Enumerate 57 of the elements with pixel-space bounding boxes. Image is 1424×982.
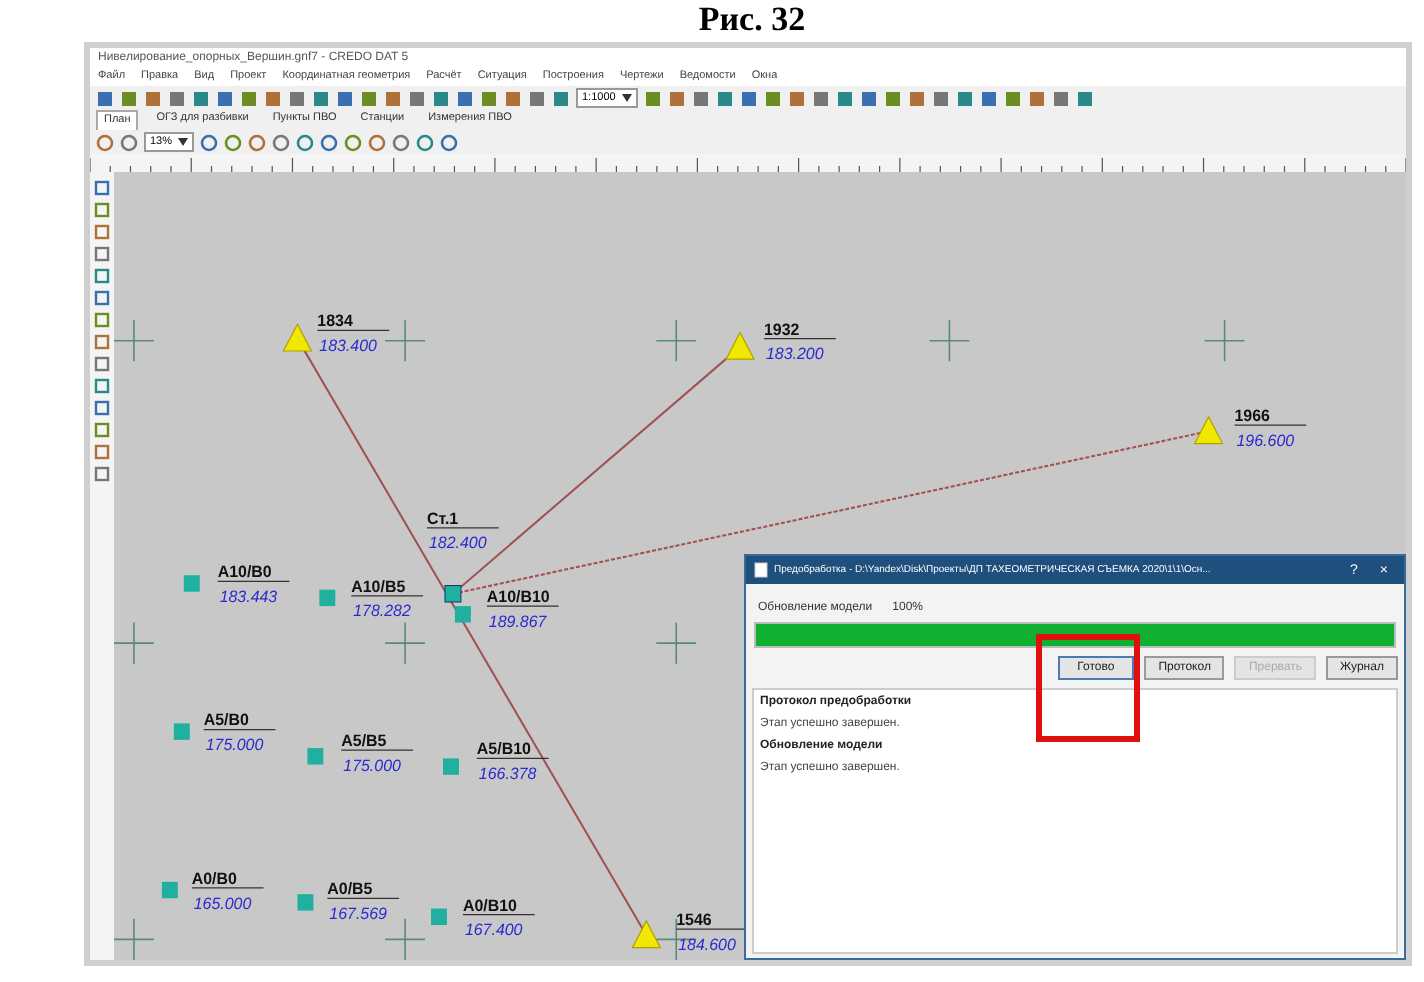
elevation-label: 167.400 xyxy=(464,921,523,940)
elevation-label: 183.200 xyxy=(766,345,824,364)
point-name: А0/В0 xyxy=(191,869,237,888)
triangle-marker[interactable] xyxy=(725,331,756,360)
point-name: 1966 xyxy=(1234,406,1270,425)
triangle-marker[interactable] xyxy=(282,322,313,352)
elevation-label: 196.600 xyxy=(1236,431,1295,450)
document-icon xyxy=(754,562,768,578)
point-name: 1546 xyxy=(676,910,712,930)
elevation-label: 189.867 xyxy=(488,612,547,631)
square-marker[interactable] xyxy=(454,606,471,623)
elevation-label: 175.000 xyxy=(205,735,264,755)
elevation-label: 183.443 xyxy=(219,587,278,607)
point-name: А5/В5 xyxy=(341,731,387,751)
grid-cross xyxy=(1203,319,1246,363)
grid-cross xyxy=(655,621,697,665)
grid-cross xyxy=(114,621,155,665)
point-name: А10/В0 xyxy=(217,563,272,582)
point-name: Ст.1 xyxy=(427,509,459,528)
triangle-marker[interactable] xyxy=(631,919,662,949)
grid-cross xyxy=(928,319,971,363)
elevation-label: 167.569 xyxy=(329,904,387,923)
grid-cross xyxy=(384,621,426,665)
square-marker[interactable] xyxy=(297,894,314,911)
elevation-label: 184.600 xyxy=(678,935,736,954)
grid-cross xyxy=(655,319,697,363)
square-marker[interactable] xyxy=(319,589,336,607)
point-name: А0/В10 xyxy=(462,896,517,915)
figure-caption: Рис. 32 xyxy=(696,0,808,40)
grid-cross xyxy=(384,319,426,363)
square-marker[interactable] xyxy=(183,575,200,592)
point-name: 1834 xyxy=(317,312,353,331)
elevation-label: 178.282 xyxy=(353,602,411,621)
grid-cross xyxy=(114,319,155,363)
point-name: 1932 xyxy=(764,320,800,339)
grid-cross xyxy=(384,918,426,960)
highlight-frame xyxy=(1036,634,1140,742)
point-name: А0/В5 xyxy=(327,879,373,899)
square-marker[interactable] xyxy=(161,881,178,899)
point-name: А10/В10 xyxy=(486,587,550,607)
station-marker[interactable] xyxy=(444,585,462,603)
elevation-label: 175.000 xyxy=(343,756,401,775)
dropdown-caret-icon[interactable] xyxy=(178,138,189,146)
square-marker[interactable] xyxy=(173,723,190,740)
elevation-label: 166.378 xyxy=(478,764,537,783)
elevation-label: 182.400 xyxy=(429,534,487,553)
square-marker[interactable] xyxy=(431,908,447,925)
square-marker[interactable] xyxy=(443,758,459,775)
square-marker[interactable] xyxy=(307,748,324,765)
dropdown-caret-icon[interactable] xyxy=(621,94,632,102)
triangle-marker[interactable] xyxy=(1193,415,1224,445)
elevation-label: 183.400 xyxy=(319,336,377,356)
point-name: А5/В0 xyxy=(203,711,249,730)
point-name: А10/В5 xyxy=(351,577,406,596)
point-name: А5/В10 xyxy=(476,740,531,759)
grid-cross xyxy=(114,918,155,960)
elevation-label: 165.000 xyxy=(193,894,252,913)
